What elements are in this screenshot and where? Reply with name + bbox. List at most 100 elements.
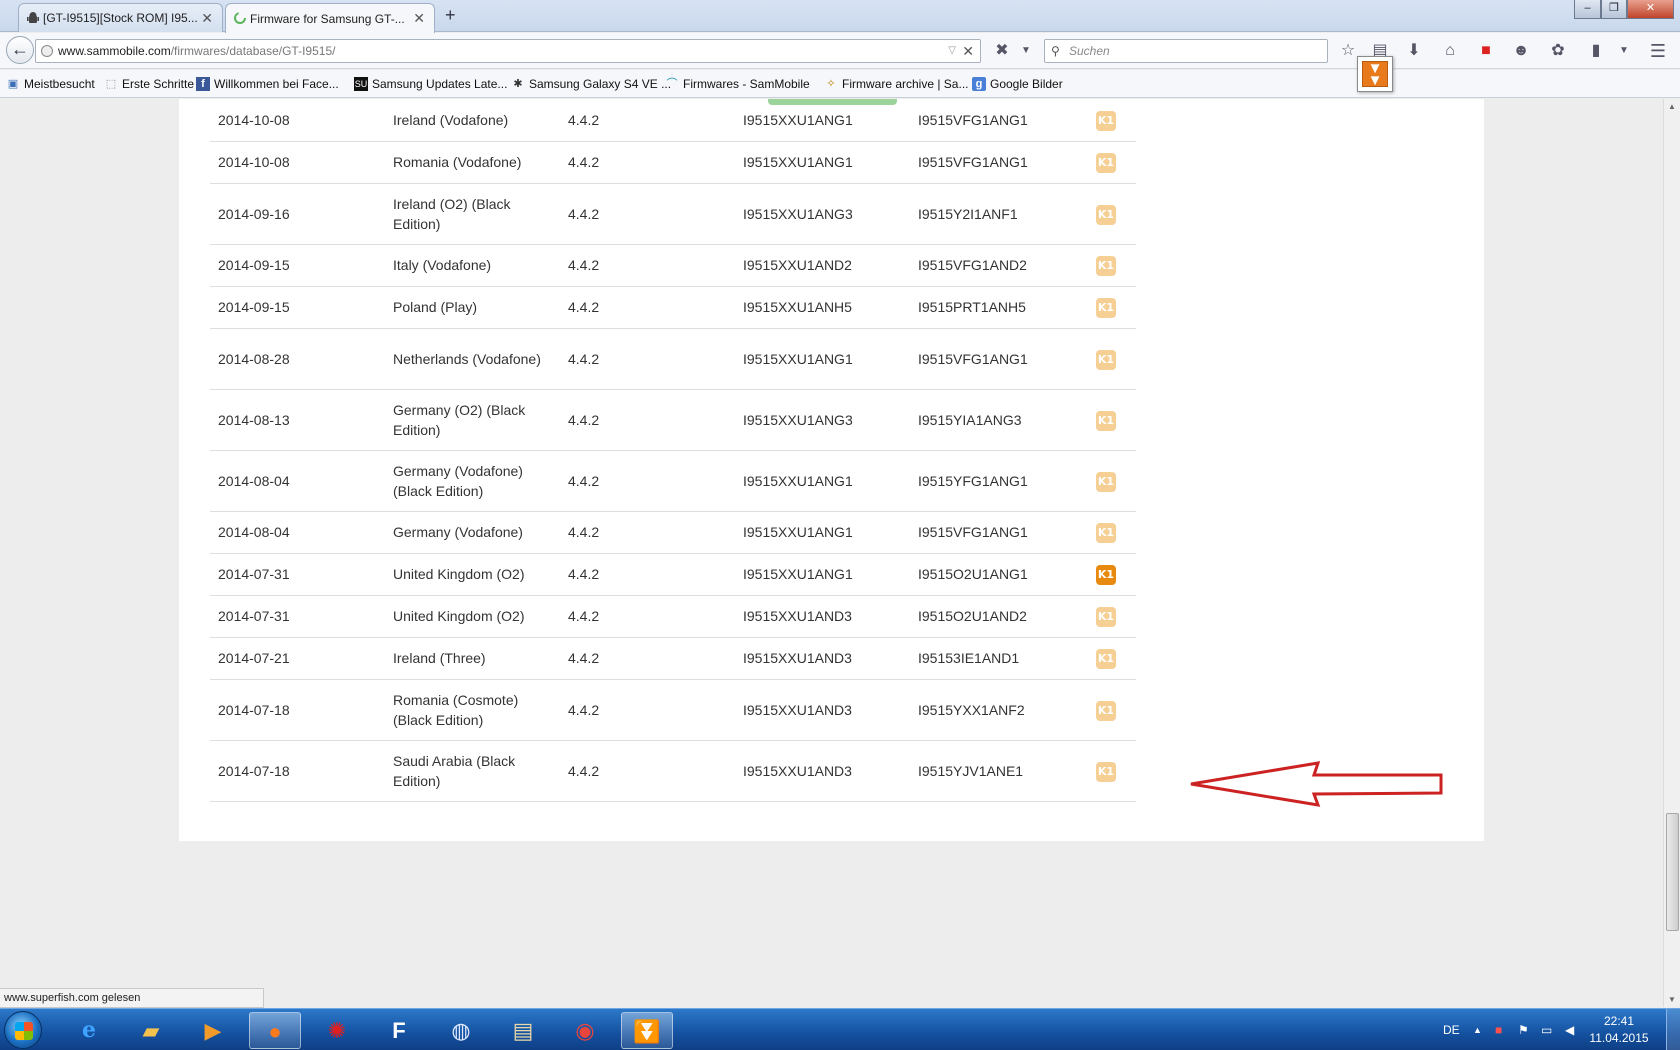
network-icon[interactable]: ▭ xyxy=(1541,1009,1552,1050)
chrome-icon[interactable]: ◉ xyxy=(559,1012,611,1049)
back-button[interactable]: ← xyxy=(6,36,34,64)
minimize-button[interactable]: – xyxy=(1574,0,1601,19)
start-button[interactable] xyxy=(4,1011,42,1049)
home-icon[interactable]: ⌂ xyxy=(1440,41,1460,61)
firmware-row[interactable]: 2014-10-08 Romania (Vodafone) 4.4.2 I9515XX… xyxy=(210,141,1136,184)
firmware-knox-cell: K1 xyxy=(1088,679,1136,741)
page-viewport: 2014-10-08 Ireland (Vodafone) 4.4.2 I9515XX… xyxy=(0,99,1663,1007)
search-input[interactable]: ⚲ Suchen xyxy=(1044,39,1328,63)
firefox-icon[interactable]: ● xyxy=(249,1012,301,1049)
firmware-date: 2014-07-31 xyxy=(210,595,385,638)
scroll-up-icon[interactable]: ▲ xyxy=(1668,102,1676,111)
firmware-version: 4.4.2 xyxy=(560,553,735,596)
firmware-version: 4.4.2 xyxy=(560,679,735,741)
system-clock[interactable]: 22:41 11.04.2015 xyxy=(1586,1013,1652,1047)
firmware-row[interactable]: 2014-09-16 Ireland (O2) (Black Edition) 4.… xyxy=(210,183,1136,245)
firmware-version: 4.4.2 xyxy=(560,99,735,142)
volume-icon[interactable]: ◀ xyxy=(1565,1009,1574,1050)
firmware-row[interactable]: 2014-08-28 Netherlands (Vodafone) 4.4.2 I95… xyxy=(210,328,1136,390)
firmware-pda: I9515XXU1ANG3 xyxy=(735,183,910,245)
bookmark-galaxy-s4[interactable]: ✱ Samsung Galaxy S4 VE ... xyxy=(511,76,671,92)
bookmark-firmware-archive[interactable]: ✧ Firmware archive | Sa... xyxy=(824,76,968,92)
knox-badge-icon: K1 xyxy=(1096,607,1116,627)
chat-icon[interactable]: ☻ xyxy=(1511,41,1531,61)
knox-badge-icon: K1 xyxy=(1096,410,1116,431)
firmware-country: Saudi Arabia (Black Edition) xyxy=(385,740,560,802)
bookmark-google-images[interactable]: g Google Bilder xyxy=(972,76,1063,92)
maximize-button[interactable]: ❐ xyxy=(1601,0,1627,19)
addon-dropdown-icon[interactable]: ▼ xyxy=(1016,41,1036,61)
firmware-table-body: 2014-10-08 Ireland (Vodafone) 4.4.2 I9515XX… xyxy=(210,99,1136,802)
overflow-dropdown-icon[interactable]: ▼ xyxy=(1614,41,1634,61)
vertical-scrollbar[interactable]: ▲ ▼ xyxy=(1663,99,1680,1007)
firmware-row[interactable]: 2014-08-04 Germany (Vodafone) (Black Edit… xyxy=(210,450,1136,512)
firmware-row[interactable]: 2014-07-18 Saudi Arabia (Black Edition) 4.… xyxy=(210,740,1136,802)
device-icon[interactable]: ▮ xyxy=(1586,41,1606,61)
firmware-date: 2014-09-15 xyxy=(210,244,385,287)
address-bar[interactable]: www.sammobile.com/firmwares/database/GT-… xyxy=(35,39,981,63)
firmware-row[interactable]: 2014-07-31 United Kingdom (O2) 4.4.2 I9515X… xyxy=(210,595,1136,638)
firmware-row[interactable]: 2014-07-18 Romania (Cosmote) (Black Editi… xyxy=(210,679,1136,741)
firmware-row[interactable]: 2014-08-13 Germany (O2) (Black Edition) 4.… xyxy=(210,389,1136,451)
explorer-folder-icon[interactable]: ▰ xyxy=(125,1012,177,1049)
puzzle-addon-icon[interactable]: ✿ xyxy=(1548,41,1568,61)
bookmark-most-visited[interactable]: ▣ Meistbesucht xyxy=(6,76,95,92)
url-history-dropdown-icon[interactable]: ▽ xyxy=(948,40,956,62)
menu-hamburger-icon[interactable]: ☰ xyxy=(1648,41,1668,61)
firmware-row[interactable]: 2014-09-15 Poland (Play) 4.4.2 I9515XXU1ANH… xyxy=(210,286,1136,329)
double-chevron-down-icon: ▼ ▼ xyxy=(1362,61,1388,88)
globe-network-icon[interactable]: ◍ xyxy=(435,1012,487,1049)
firmware-row[interactable]: 2014-09-15 Italy (Vodafone) 4.4.2 I9515XXU1… xyxy=(210,244,1136,287)
bookmark-first-steps[interactable]: ⬚ Erste Schritte xyxy=(104,76,194,92)
show-desktop-button[interactable] xyxy=(1666,1009,1680,1050)
firmware-pda: I9515XXU1ANG3 xyxy=(735,389,910,451)
knox-badge-icon: K1 xyxy=(1096,298,1116,318)
bookmark-firmwares-sammobile[interactable]: ⌒ Firmwares - SamMobile xyxy=(665,76,810,92)
knox-badge-icon: K1 xyxy=(1096,523,1116,543)
firmware-date: 2014-08-04 xyxy=(210,450,385,512)
internet-explorer-icon[interactable]: e xyxy=(63,1012,115,1049)
firmware-row[interactable]: 2014-07-31 United Kingdom (O2) 4.4.2 I9515X… xyxy=(210,553,1136,596)
download-helper-popup[interactable]: ▼ ▼ xyxy=(1357,56,1393,92)
firmware-csc: I9515O2U1AND2 xyxy=(910,595,1088,638)
close-tab-icon[interactable]: ✕ xyxy=(201,11,213,25)
downloader-icon[interactable]: ⏬ xyxy=(621,1012,673,1049)
scrollbar-thumb[interactable] xyxy=(1666,813,1679,931)
firmware-version: 4.4.2 xyxy=(560,183,735,245)
language-indicator[interactable]: DE xyxy=(1443,1009,1460,1050)
firmware-row[interactable]: 2014-07-21 Ireland (Three) 4.4.2 I9515XXU1A… xyxy=(210,637,1136,680)
firmware-version: 4.4.2 xyxy=(560,286,735,329)
firmware-pda: I9515XXU1ANG1 xyxy=(735,141,910,184)
firmware-version: 4.4.2 xyxy=(560,595,735,638)
antivirus-tray-icon[interactable]: ■ xyxy=(1495,1009,1502,1050)
tab-stock-rom-thread[interactable]: [GT-I9515][Stock ROM] I95... ✕ xyxy=(18,3,223,32)
bookmark-star-icon[interactable]: ☆ xyxy=(1338,41,1358,61)
firmware-row[interactable]: 2014-10-08 Ireland (Vodafone) 4.4.2 I9515XX… xyxy=(210,99,1136,142)
new-tab-button[interactable]: + xyxy=(445,6,456,24)
firmware-country: Romania (Cosmote) (Black Edition) xyxy=(385,679,560,741)
media-player-icon[interactable]: ▶ xyxy=(187,1012,239,1049)
action-center-flag-icon[interactable]: ⚑ xyxy=(1518,1009,1529,1050)
paint-splash-icon[interactable]: ✺ xyxy=(311,1012,363,1049)
bookmark-samsung-updates[interactable]: SU Samsung Updates Late... xyxy=(354,76,507,92)
files-icon[interactable]: ▤ xyxy=(497,1012,549,1049)
site-identity-icon[interactable] xyxy=(41,45,53,57)
antivirus-icon[interactable]: ■ xyxy=(1476,41,1496,61)
block-addon-icon[interactable]: ✖ xyxy=(992,41,1012,61)
firmware-pda: I9515XXU1ANG1 xyxy=(735,328,910,390)
tab-firmware-samsung[interactable]: Firmware for Samsung GT-... ✕ xyxy=(225,3,435,33)
close-window-button[interactable]: ✕ xyxy=(1627,0,1674,19)
scroll-down-icon[interactable]: ▼ xyxy=(1668,995,1676,1004)
firmware-date: 2014-10-08 xyxy=(210,141,385,184)
downloads-icon[interactable]: ⬇ xyxy=(1404,41,1424,61)
firmware-date: 2014-07-18 xyxy=(210,679,385,741)
firmware-row[interactable]: 2014-08-04 Germany (Vodafone) 4.4.2 I9515XX… xyxy=(210,511,1136,554)
tray-expand-icon[interactable]: ▲ xyxy=(1473,1009,1482,1050)
knox-badge-icon: K1 xyxy=(1096,349,1116,370)
tab-title: Firmware for Samsung GT-... xyxy=(250,11,405,26)
stop-loading-icon[interactable]: ✕ xyxy=(962,40,974,62)
close-tab-icon[interactable]: ✕ xyxy=(413,11,425,25)
bookmark-facebook[interactable]: f Willkommen bei Face... xyxy=(196,76,339,92)
flash-app-icon[interactable]: F xyxy=(373,1012,425,1049)
knox-badge-icon: K1 xyxy=(1096,256,1116,276)
